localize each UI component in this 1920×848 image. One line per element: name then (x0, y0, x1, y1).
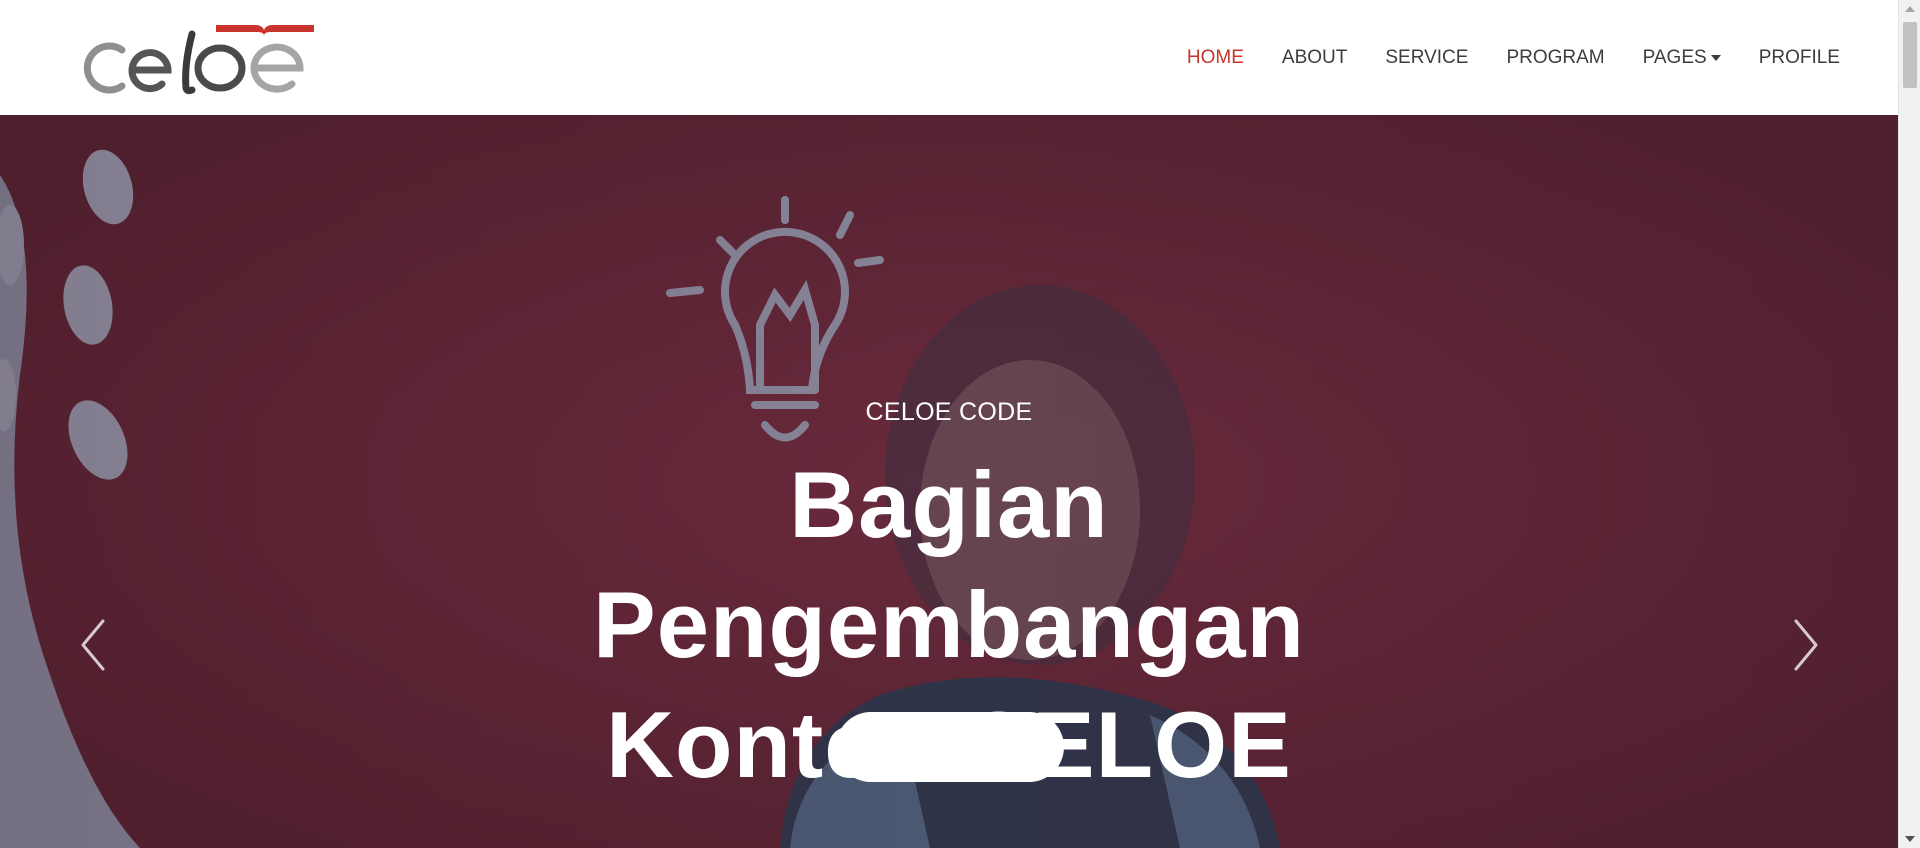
hero-subtitle: CELOE CODE (865, 398, 1033, 426)
nav-about[interactable]: ABOUT (1282, 47, 1347, 69)
nav-service[interactable]: SERVICE (1385, 47, 1468, 69)
scroll-up-icon[interactable] (1905, 6, 1915, 12)
celoe-logo[interactable] (74, 20, 319, 95)
main-nav: HOME ABOUT SERVICE PROGRAM PAGES PROFILE (1149, 0, 1840, 115)
page-scrollbar[interactable] (1898, 0, 1920, 848)
chevron-right-icon (1794, 619, 1818, 671)
nav-pages[interactable]: PAGES (1643, 47, 1721, 69)
carousel-next-button[interactable] (1784, 615, 1824, 675)
hero-cta-button[interactable] (836, 712, 1064, 782)
scroll-thumb[interactable] (1903, 22, 1917, 88)
nav-profile[interactable]: PROFILE (1759, 47, 1840, 69)
hero-title-line: Bagian (789, 452, 1109, 557)
nav-pages-label: PAGES (1642, 46, 1707, 68)
carousel-prev-button[interactable] (75, 615, 115, 675)
chevron-left-icon (81, 619, 105, 671)
nav-home[interactable]: HOME (1187, 47, 1244, 69)
navbar: HOME ABOUT SERVICE PROGRAM PAGES PROFILE (0, 0, 1898, 115)
scroll-down-icon[interactable] (1905, 836, 1915, 842)
caret-down-icon (1710, 55, 1721, 61)
hero-title-line: Pengembangan (593, 572, 1305, 677)
nav-program[interactable]: PROGRAM (1506, 47, 1604, 69)
